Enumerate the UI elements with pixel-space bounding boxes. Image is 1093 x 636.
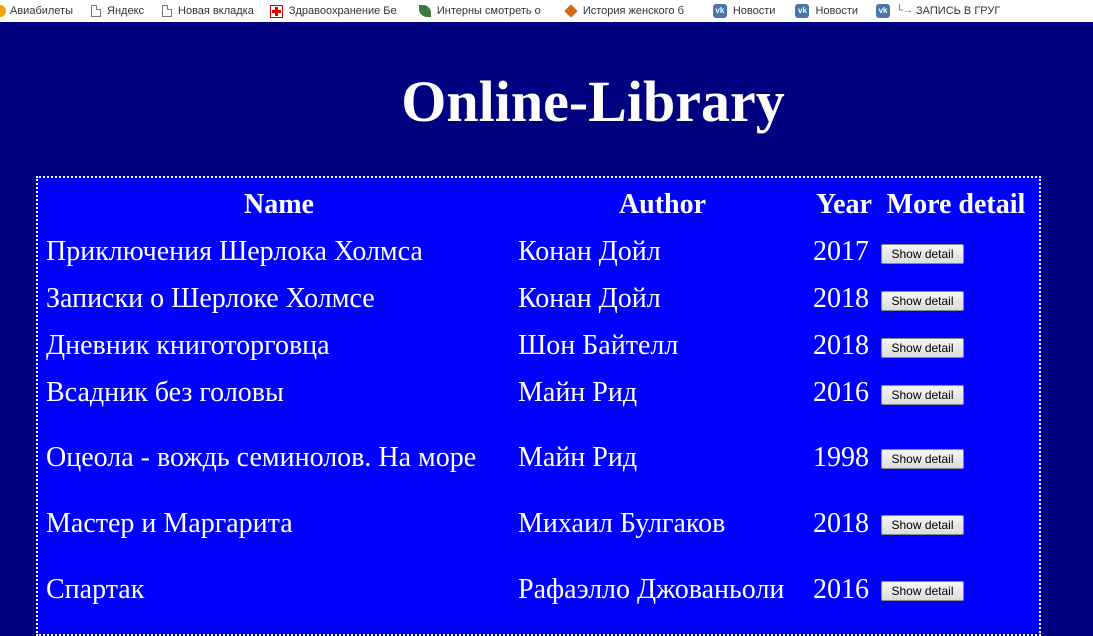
table-row: Всадник без головы Майн Рид 2016 Show de… — [44, 370, 1033, 415]
detail-cell: Show detail — [879, 499, 1033, 547]
header-year: Year — [816, 189, 872, 220]
vk-icon: vk — [876, 4, 891, 18]
table-row: Оцеола - вождь семинолов. На море Майн Р… — [44, 417, 1033, 497]
book-year: 2016 — [813, 377, 869, 408]
bookmark-yandex[interactable]: Яндекс — [91, 0, 144, 22]
book-name: Записки о Шерлоке Холмсе — [46, 283, 375, 314]
books-table: Name Author Year More detail Приключения… — [42, 181, 1035, 631]
table-row: Записки о Шерлоке Холмсе Конан Дойл 2018… — [44, 276, 1033, 321]
bookmark-istoriya[interactable]: История женского б — [564, 0, 695, 22]
bookmark-label: История женского б — [582, 5, 684, 17]
bookmark-zapis[interactable]: vk └→ ЗАПИСЬ В ГРУГ — [876, 0, 1000, 22]
bookmark-label: ЗАПИСЬ В ГРУГ — [916, 5, 1001, 17]
books-table-container: Name Author Year More detail Приключения… — [36, 176, 1041, 636]
book-author: Конан Дойл — [518, 236, 661, 267]
book-author: Майн Рид — [518, 377, 638, 408]
book-year: 2016 — [813, 573, 869, 605]
table-row: Приключения Шерлока Холмса Конан Дойл 20… — [44, 229, 1033, 274]
bookmark-novosti-2[interactable]: vk Новости — [795, 0, 858, 22]
book-name: Всадник без головы — [46, 377, 284, 408]
bookmark-label: Здравоохранение Бе — [288, 5, 397, 17]
book-name: Мастер и Маргарита — [46, 507, 293, 539]
show-detail-button[interactable]: Show detail — [881, 243, 964, 264]
table-row: Мастер и Маргарита Михаил Булгаков 2018 … — [44, 499, 1033, 547]
header-name: Name — [244, 189, 314, 220]
bookmark-novosti-1[interactable]: vk Новости — [712, 0, 776, 22]
bookmark-label: Яндекс — [107, 5, 145, 17]
bookmark-aviabilety[interactable]: Авиабилеты — [0, 0, 73, 22]
detail-cell: Show detail — [879, 370, 1033, 415]
bookmark-label: Новости — [732, 5, 776, 17]
bookmark-interny[interactable]: Интерны смотреть о — [418, 0, 549, 22]
show-detail-button[interactable]: Show detail — [881, 384, 964, 405]
page-title: Online-Library — [401, 69, 785, 134]
show-detail-button[interactable]: Show detail — [881, 290, 964, 311]
show-detail-button[interactable]: Show detail — [881, 515, 964, 536]
detail-cell: Show detail — [879, 549, 1033, 629]
bookmarks-bar: Авиабилеты Яндекс Новая вкладка Здравоох… — [0, 0, 1093, 22]
plane-icon — [0, 5, 6, 17]
book-author: Майн Рид — [518, 441, 638, 473]
table-header-row: Name Author Year More detail — [44, 183, 1033, 227]
detail-cell: Show detail — [879, 276, 1033, 321]
bookmark-label: Новости — [815, 5, 859, 17]
book-year: 2018 — [813, 283, 869, 314]
page-icon — [162, 5, 173, 17]
detail-cell: Show detail — [879, 229, 1033, 274]
leaf-icon — [418, 5, 431, 17]
bookmark-label: Новая вкладка — [178, 5, 254, 17]
book-author: Рафаэлло Джованьоли — [518, 573, 785, 605]
detail-cell: Show detail — [879, 417, 1033, 497]
book-name: Приключения Шерлока Холмса — [46, 236, 423, 267]
detail-cell: Show detail — [879, 323, 1033, 368]
table-row: Спартак Рафаэлло Джованьоли 2016 Show de… — [44, 549, 1033, 629]
arrow-icon: └→ — [896, 5, 914, 16]
header-more-detail: More detail — [886, 189, 1026, 220]
table-row: Дневник книготорговца Шон Байтелл 2018 S… — [44, 323, 1033, 368]
header-author: Author — [618, 189, 707, 220]
bookmark-new-tab[interactable]: Новая вкладка — [162, 0, 254, 22]
book-author: Конан Дойл — [518, 283, 661, 314]
page-icon — [91, 5, 102, 17]
vk-icon: vk — [712, 4, 727, 18]
tag-icon — [564, 4, 578, 18]
book-year: 2018 — [813, 330, 869, 361]
book-year: 2017 — [813, 236, 869, 267]
book-name: Дневник книготорговца — [46, 330, 330, 361]
book-author: Шон Байтелл — [518, 330, 679, 361]
bookmark-zdravoohranenie[interactable]: Здравоохранение Бе — [269, 0, 401, 22]
bookmark-label: Интерны смотреть о — [436, 5, 541, 17]
book-author: Михаил Булгаков — [518, 507, 726, 539]
medical-cross-icon — [269, 4, 283, 18]
bookmark-label: Авиабилеты — [10, 5, 74, 17]
vk-icon: vk — [795, 4, 810, 18]
show-detail-button[interactable]: Show detail — [881, 449, 964, 470]
book-year: 1998 — [813, 441, 869, 473]
book-name: Спартак — [46, 573, 145, 605]
show-detail-button[interactable]: Show detail — [881, 581, 964, 602]
book-name: Оцеола - вождь семинолов. На море — [46, 441, 477, 473]
book-year: 2018 — [813, 507, 869, 539]
show-detail-button[interactable]: Show detail — [881, 337, 964, 358]
